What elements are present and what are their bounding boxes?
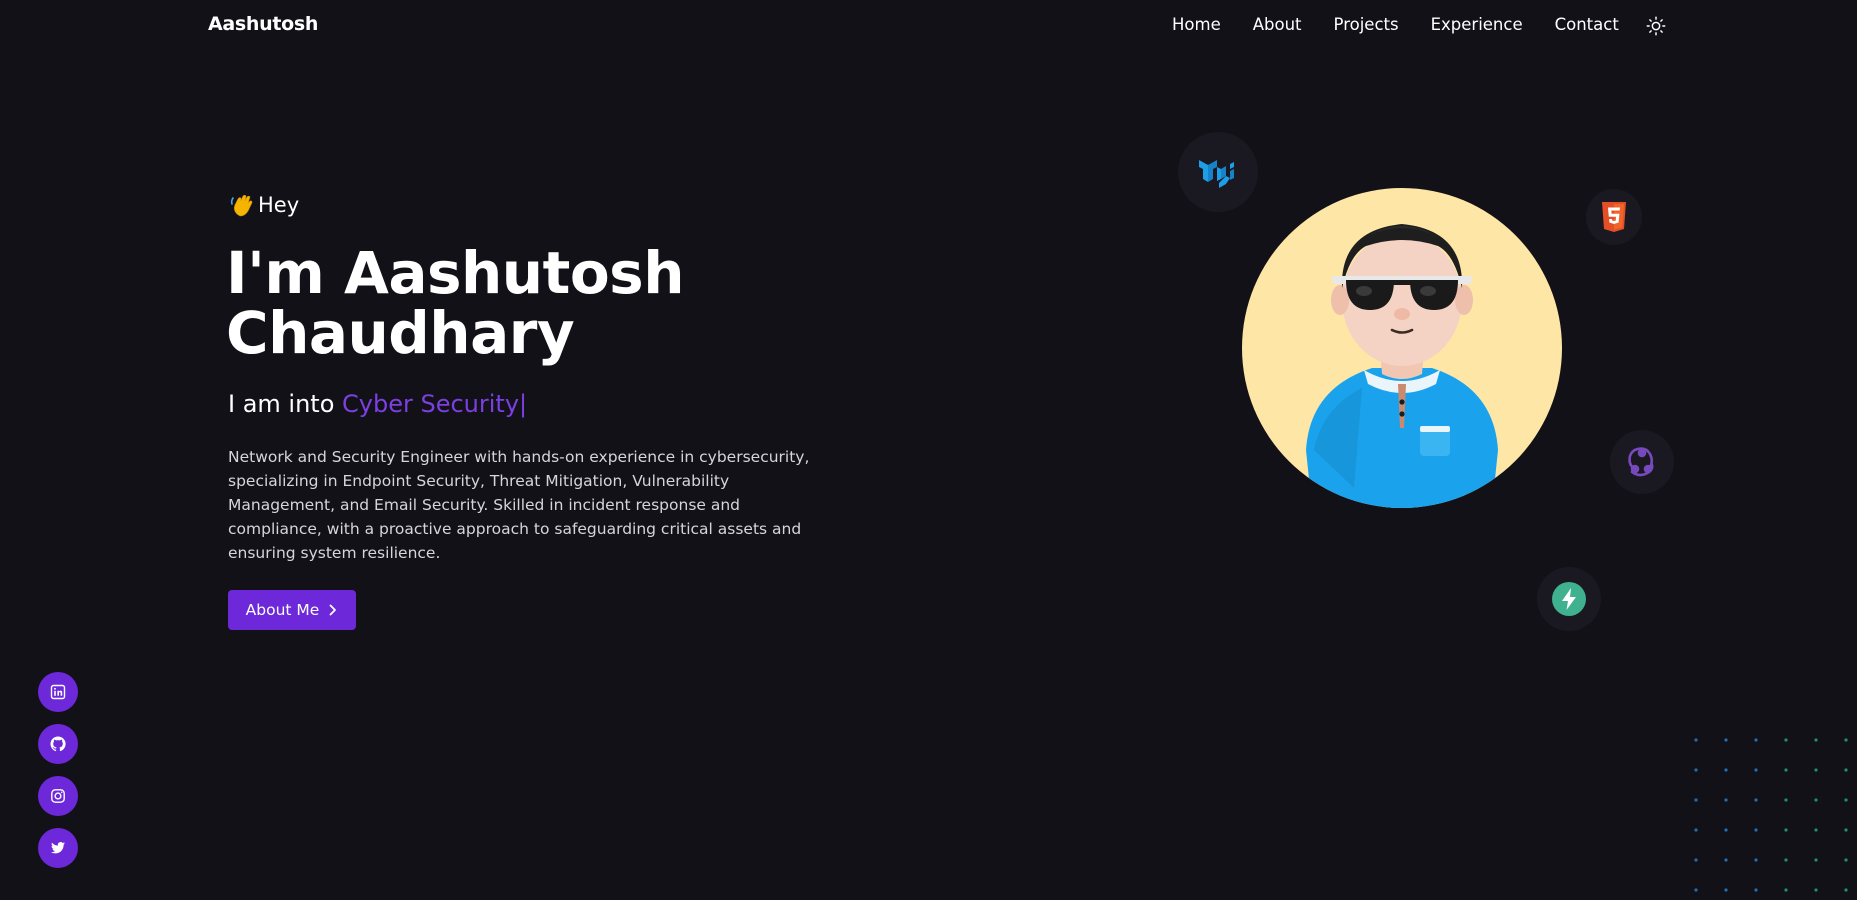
dot xyxy=(1694,768,1698,772)
tagline-prefix: I am into xyxy=(228,390,343,418)
about-me-label: About Me xyxy=(245,601,320,619)
dot xyxy=(1724,798,1728,802)
dot xyxy=(1724,858,1728,862)
dot xyxy=(1844,858,1848,862)
tagline: I am into Cyber Security| xyxy=(228,390,527,418)
dot xyxy=(1724,888,1728,892)
hero-title: I'm Aashutosh Chaudhary xyxy=(226,243,786,363)
dot-grid-decoration xyxy=(1694,738,1848,892)
typing-caret: | xyxy=(519,390,528,418)
dot xyxy=(1814,768,1818,772)
dot xyxy=(1694,828,1698,832)
dot xyxy=(1844,768,1848,772)
nav-links: Home About Projects Experience Contact xyxy=(1172,14,1651,36)
tagline-highlight: Cyber Security xyxy=(342,390,520,418)
dot xyxy=(1694,798,1698,802)
html5-icon xyxy=(1586,189,1642,245)
nav-link-about[interactable]: About xyxy=(1253,14,1302,36)
dot xyxy=(1784,888,1788,892)
dot xyxy=(1754,738,1758,742)
greeting: Hey xyxy=(229,192,299,218)
dot xyxy=(1814,858,1818,862)
sun-icon[interactable] xyxy=(1645,15,1667,37)
dot xyxy=(1784,828,1788,832)
dot xyxy=(1844,738,1848,742)
nav-link-contact[interactable]: Contact xyxy=(1555,14,1619,36)
avatar xyxy=(1242,188,1562,508)
dot xyxy=(1724,768,1728,772)
dot xyxy=(1844,798,1848,802)
dot xyxy=(1754,828,1758,832)
chevron-right-icon xyxy=(329,604,337,616)
portfolio-page: Aashutosh Home About Projects Experience… xyxy=(0,0,1857,900)
nav-link-projects[interactable]: Projects xyxy=(1334,14,1399,36)
dot xyxy=(1694,888,1698,892)
greeting-text: Hey xyxy=(258,193,300,217)
bio-paragraph: Network and Security Engineer with hands… xyxy=(228,448,810,562)
instagram-icon[interactable] xyxy=(38,776,78,816)
twitter-icon[interactable] xyxy=(38,828,78,868)
dot xyxy=(1754,798,1758,802)
hero-title-line1: I'm Aashutosh xyxy=(226,239,684,307)
dot xyxy=(1844,828,1848,832)
dot xyxy=(1784,798,1788,802)
about-me-button[interactable]: About Me xyxy=(228,590,356,630)
material-ui-icon xyxy=(1178,132,1258,212)
nav-link-home[interactable]: Home xyxy=(1172,14,1221,36)
dot xyxy=(1754,858,1758,862)
dot xyxy=(1694,738,1698,742)
linkedin-icon[interactable] xyxy=(38,672,78,712)
dot xyxy=(1814,888,1818,892)
supabase-icon xyxy=(1537,567,1601,631)
dot xyxy=(1814,738,1818,742)
dot xyxy=(1814,798,1818,802)
navbar: Aashutosh Home About Projects Experience… xyxy=(0,0,1857,52)
social-links xyxy=(38,672,78,868)
github-icon[interactable] xyxy=(38,724,78,764)
nav-link-experience[interactable]: Experience xyxy=(1431,14,1523,36)
waving-hand-icon xyxy=(230,194,253,217)
dot xyxy=(1784,738,1788,742)
dot xyxy=(1724,828,1728,832)
dot xyxy=(1844,888,1848,892)
hero-title-line2: Chaudhary xyxy=(226,299,575,367)
dot xyxy=(1724,738,1728,742)
dot xyxy=(1784,768,1788,772)
redux-icon xyxy=(1610,430,1674,494)
brand-logo[interactable]: Aashutosh xyxy=(208,13,318,35)
dot xyxy=(1754,768,1758,772)
dot xyxy=(1814,828,1818,832)
dot xyxy=(1784,858,1788,862)
dot xyxy=(1694,858,1698,862)
dot xyxy=(1754,888,1758,892)
